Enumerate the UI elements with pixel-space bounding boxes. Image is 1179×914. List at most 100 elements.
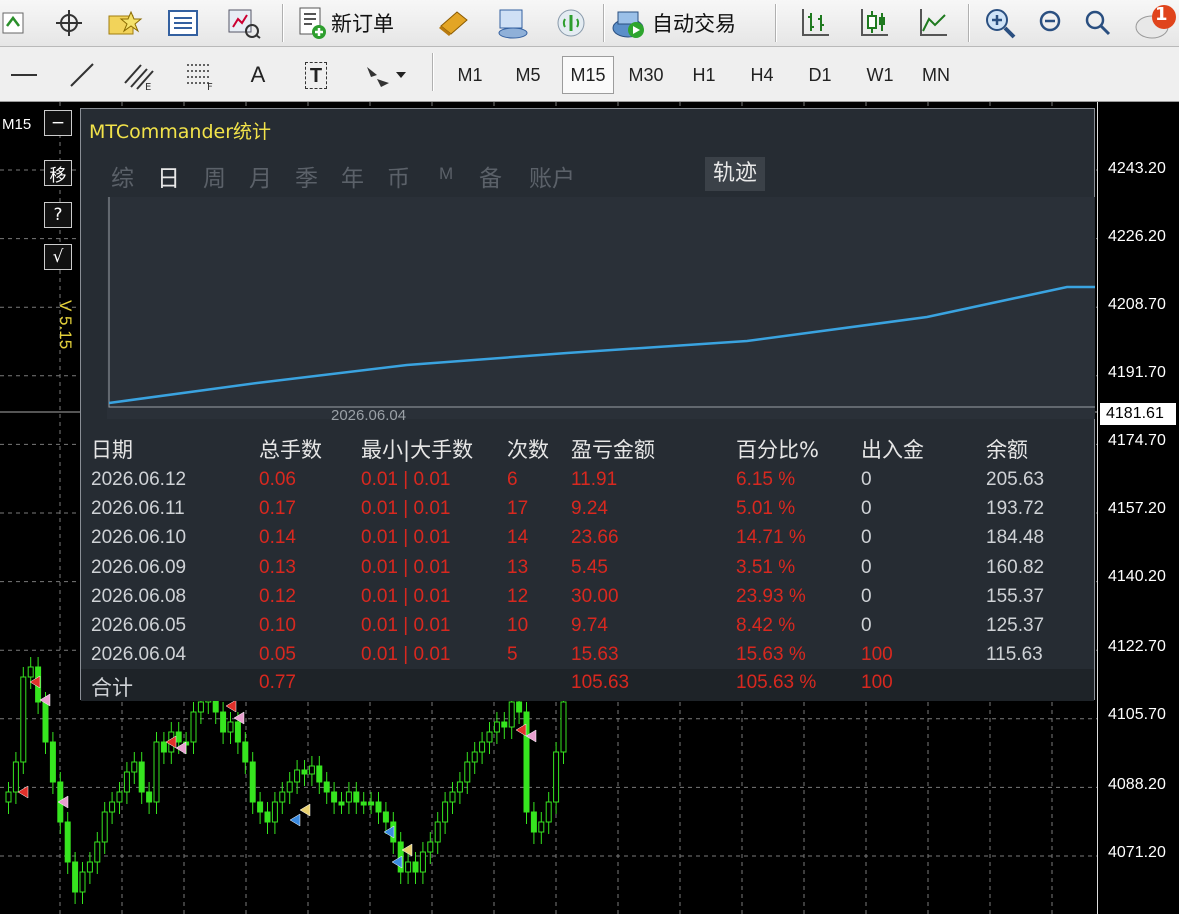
candle-body bbox=[501, 721, 508, 728]
table-cell: 115.63 bbox=[986, 644, 1043, 666]
timeframe-w1-button[interactable]: W1 bbox=[854, 56, 906, 94]
candle-body bbox=[220, 711, 227, 733]
timeframe-m15-button[interactable]: M15 bbox=[562, 56, 614, 94]
new-order-button[interactable]: 新订单 bbox=[297, 2, 394, 44]
candle-body bbox=[153, 741, 160, 803]
svg-text:E: E bbox=[145, 82, 151, 91]
candlestick-chart-icon[interactable] bbox=[852, 6, 896, 40]
zoom-in-icon[interactable] bbox=[980, 6, 1020, 40]
total-label: 合计 bbox=[91, 676, 133, 700]
trendline-icon[interactable] bbox=[62, 57, 102, 93]
connect-icon[interactable] bbox=[0, 8, 28, 38]
timeframe-h1-button[interactable]: H1 bbox=[678, 56, 730, 94]
table-cell: 0.17 bbox=[259, 498, 296, 520]
table-row: 2026.06.11 0.17 0.01 | 0.01 17 9.24 5.01 % 0 19… bbox=[91, 498, 1086, 527]
timeframe-m30-button[interactable]: M30 bbox=[620, 56, 672, 94]
panel-tab-4[interactable]: 季 bbox=[295, 159, 318, 193]
timeframe-m1-button[interactable]: M1 bbox=[444, 56, 496, 94]
price-label: 4140.20 bbox=[1108, 568, 1166, 585]
horizontal-line-icon[interactable] bbox=[4, 57, 44, 93]
table-cell: 0 bbox=[861, 469, 872, 490]
candle-body bbox=[286, 781, 293, 793]
signals-icon[interactable] bbox=[549, 6, 593, 40]
strategy-tester-icon[interactable] bbox=[222, 6, 266, 40]
price-label: 4243.20 bbox=[1108, 160, 1166, 177]
graph-start-date: 2026.06.04 bbox=[331, 407, 407, 424]
help-button[interactable]: ? bbox=[44, 202, 72, 228]
price-label: 4122.70 bbox=[1108, 638, 1166, 655]
table-cell: 2026.06.12 bbox=[91, 469, 187, 490]
candle-body bbox=[338, 801, 345, 806]
panel-tab-1[interactable]: 日 bbox=[157, 159, 180, 193]
candle-body bbox=[5, 791, 12, 803]
price-axis[interactable]: 4243.20 4226.20 4208.70 4191.70 4174.70 4157.… bbox=[1097, 102, 1179, 914]
autotrade-button[interactable]: 自动交易 bbox=[610, 2, 736, 44]
column-header: 日期 bbox=[91, 438, 133, 462]
candle-body bbox=[160, 741, 167, 753]
data-window-icon[interactable] bbox=[163, 6, 203, 40]
table-cell: 100 bbox=[861, 644, 893, 666]
table-cell: 2026.06.10 bbox=[91, 527, 187, 549]
candle-body bbox=[72, 861, 79, 893]
text-tool-button[interactable]: A bbox=[238, 57, 278, 93]
candle-body bbox=[131, 761, 138, 773]
crosshair-icon[interactable] bbox=[50, 6, 88, 40]
zoom-out-icon[interactable] bbox=[1035, 6, 1065, 40]
fibonacci-icon[interactable]: F bbox=[178, 57, 222, 93]
market-watch-icon[interactable] bbox=[491, 6, 535, 40]
metaeditor-icon[interactable] bbox=[432, 6, 476, 40]
panel-tab-0[interactable]: 综 bbox=[111, 159, 134, 193]
panel-tab-7[interactable]: M bbox=[439, 164, 453, 184]
table-cell: 3.51 % bbox=[736, 556, 796, 578]
equity-graph bbox=[107, 197, 1095, 419]
line-studies-toolbar: E F A T M1 M5 M15 M30 H1 H4 D1 W1 MN bbox=[0, 47, 1179, 102]
track-button[interactable]: 轨迹 bbox=[705, 157, 766, 191]
equity-line bbox=[108, 285, 1095, 405]
candle-body bbox=[323, 781, 330, 793]
timeframe-m5-button[interactable]: M5 bbox=[502, 56, 554, 94]
price-label: 4226.20 bbox=[1108, 228, 1166, 245]
timeframe-d1-button[interactable]: D1 bbox=[794, 56, 846, 94]
table-cell: 0.14 bbox=[259, 527, 296, 549]
confirm-button[interactable]: √ bbox=[44, 244, 72, 270]
table-cell: 0 bbox=[861, 556, 872, 578]
panel-tab-6[interactable]: 币 bbox=[387, 159, 410, 193]
candle-body bbox=[471, 751, 478, 763]
candle-body bbox=[345, 791, 352, 803]
move-label: 移 bbox=[49, 165, 67, 186]
table-row: 2026.06.12 0.06 0.01 | 0.01 6 11.91 6.15 % 0 20… bbox=[91, 469, 1086, 498]
panel-tab-3[interactable]: 月 bbox=[249, 159, 272, 193]
candle-body bbox=[146, 791, 153, 803]
candle-body bbox=[560, 701, 567, 753]
column-header: 余额 bbox=[986, 438, 1028, 462]
panel-tab-8[interactable]: 备 bbox=[479, 159, 502, 193]
panel-tab-2[interactable]: 周 bbox=[203, 159, 226, 193]
candle-body bbox=[449, 791, 456, 803]
text-label-button[interactable]: T bbox=[296, 57, 336, 93]
price-label: 4174.70 bbox=[1108, 432, 1166, 449]
text-label-glyph: T bbox=[309, 64, 323, 87]
table-cell: 23.93 % bbox=[736, 585, 806, 607]
candle-body bbox=[308, 765, 315, 775]
timeframe-h4-button[interactable]: H4 bbox=[736, 56, 788, 94]
minimize-button[interactable]: − bbox=[44, 110, 72, 136]
search-icon[interactable] bbox=[1080, 6, 1114, 40]
trade-marker bbox=[515, 723, 527, 737]
table-cell: 5.45 bbox=[571, 556, 608, 578]
total-deposit: 100 bbox=[861, 672, 893, 693]
table-cell: 0 bbox=[861, 585, 872, 607]
timeframe-mn-button[interactable]: MN bbox=[910, 56, 962, 94]
table-cell: 0.01 | 0.01 bbox=[361, 556, 451, 578]
move-button[interactable]: 移 bbox=[44, 160, 72, 186]
equidistant-channel-icon[interactable]: E bbox=[118, 57, 162, 93]
bar-chart-icon[interactable] bbox=[793, 6, 837, 40]
arrows-icon bbox=[367, 67, 389, 87]
panel-tab-5[interactable]: 年 bbox=[341, 159, 364, 193]
panel-tab-9[interactable]: 账户 bbox=[529, 159, 575, 193]
line-chart-icon[interactable] bbox=[911, 6, 955, 40]
candle-body bbox=[530, 811, 537, 833]
favorites-icon[interactable] bbox=[104, 6, 146, 40]
arrows-dropdown-button[interactable] bbox=[354, 57, 416, 93]
table-cell: 8.42 % bbox=[736, 615, 796, 636]
notifications-icon[interactable]: 1 bbox=[1130, 2, 1179, 42]
